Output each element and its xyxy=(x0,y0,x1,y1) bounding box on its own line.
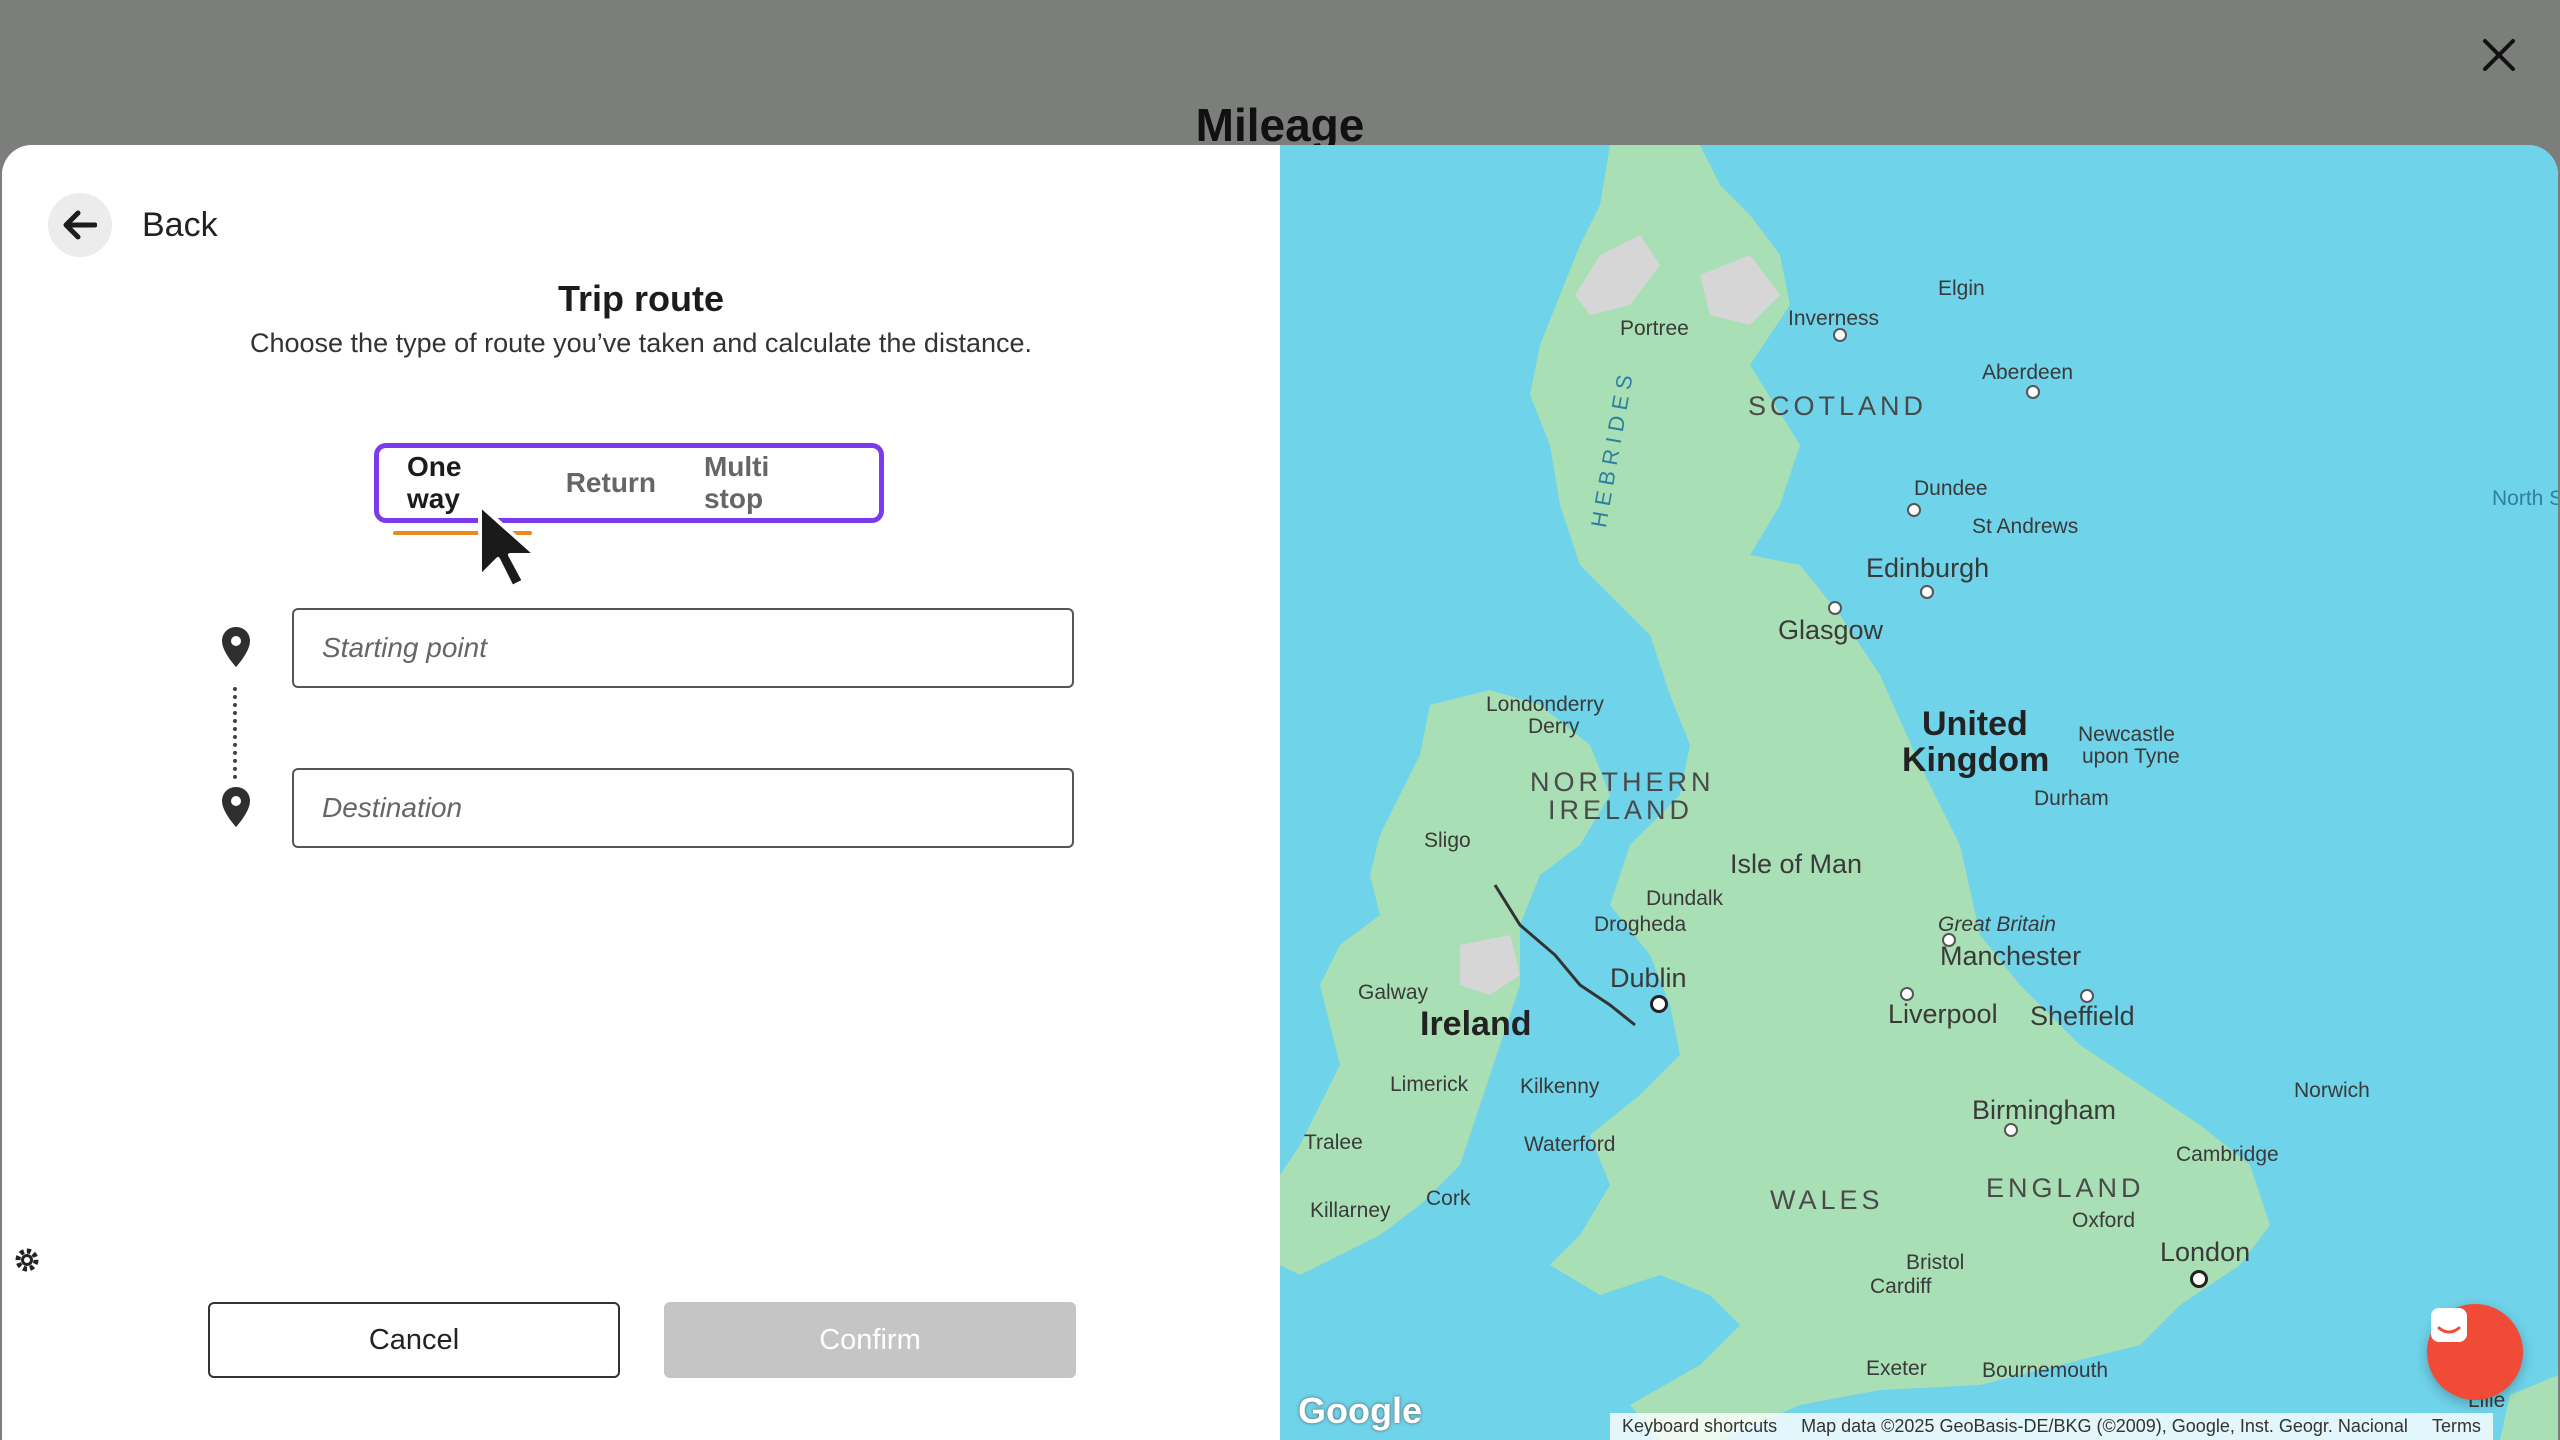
google-logo: Google xyxy=(1298,1390,1422,1431)
map-label-dundalk: Dundalk xyxy=(1646,887,1724,910)
map-label-northern: NORTHERN xyxy=(1530,767,1715,797)
map-label-northern-ireland: IRELAND xyxy=(1548,795,1694,825)
map-label-london: London xyxy=(2160,1237,2251,1267)
route-connector xyxy=(233,687,237,779)
map-data-text: Map data ©2025 GeoBasis-DE/BKG (©2009), … xyxy=(1801,1416,2408,1436)
map-label-aberdeen: Aberdeen xyxy=(1982,361,2074,384)
map-label-galway: Galway xyxy=(1358,981,1429,1004)
map-attribution: Keyboard shortcuts Map data ©2025 GeoBas… xyxy=(1610,1413,2493,1440)
map-label-londonderry: Londonderry xyxy=(1486,693,1604,716)
map-town-marker xyxy=(1828,601,1842,615)
map-town-marker xyxy=(1833,328,1847,342)
map-view[interactable]: Elgin Portree Inverness Aberdeen HEBRIDE… xyxy=(1280,145,2558,1440)
starting-point-input[interactable] xyxy=(292,608,1074,688)
back-arrow-icon xyxy=(48,193,112,257)
tab-multi-stop[interactable]: Multi stop xyxy=(704,445,831,521)
close-button[interactable] xyxy=(2474,30,2524,80)
map-label-cardiff: Cardiff xyxy=(1870,1275,1932,1298)
map-label-liverpool: Liverpool xyxy=(1888,999,1998,1029)
chat-icon xyxy=(2431,1308,2467,1342)
map-town-marker xyxy=(1900,987,1914,1001)
map-label-st-andrews: St Andrews xyxy=(1972,515,2079,538)
map-label-england: ENGLAND xyxy=(1986,1173,2145,1203)
map-label-united: United xyxy=(1922,705,2028,743)
map-label-north-sea: North S xyxy=(2492,487,2558,510)
map-label-glasgow: Glasgow xyxy=(1778,615,1884,645)
map-label-newcastle: Newcastle xyxy=(2078,723,2175,746)
map-label-bristol: Bristol xyxy=(1906,1251,1965,1274)
map-label-dublin: Dublin xyxy=(1610,963,1687,993)
keyboard-shortcuts-link[interactable]: Keyboard shortcuts xyxy=(1622,1416,1777,1437)
map-label-limerick: Limerick xyxy=(1390,1073,1469,1096)
confirm-button[interactable]: Confirm xyxy=(664,1302,1076,1378)
map-label-sheffield: Sheffield xyxy=(2030,1001,2135,1031)
route-form-pane: Back Trip route Choose the type of route… xyxy=(2,145,1280,1440)
map-label-killarney: Killarney xyxy=(1310,1199,1391,1222)
map-town-marker xyxy=(1942,933,1956,947)
map-label-drogheda: Drogheda xyxy=(1594,913,1687,936)
page-title: Trip route xyxy=(557,278,724,319)
route-type-tabs: One way Return Multi stop xyxy=(374,443,884,535)
location-pin-icon xyxy=(222,627,250,667)
map-capital-marker xyxy=(1650,995,1668,1013)
tab-return[interactable]: Return xyxy=(566,461,656,505)
location-pin-icon xyxy=(222,787,250,827)
map-label-norwich: Norwich xyxy=(2294,1079,2370,1102)
map-label-great-britain: Great Britain xyxy=(1938,913,2056,936)
back-button[interactable]: Back xyxy=(48,193,218,257)
map-label-wales: WALES xyxy=(1770,1185,1884,1215)
map-label-isle-of-man: Isle of Man xyxy=(1730,849,1863,879)
map-label-elgin: Elgin xyxy=(1938,277,1985,300)
map-label-sligo: Sligo xyxy=(1424,829,1471,852)
close-icon xyxy=(2483,39,2515,71)
map-town-marker xyxy=(2004,1123,2018,1137)
page-subtitle: Choose the type of route you’ve taken an… xyxy=(249,328,1032,358)
map-label-portree: Portree xyxy=(1620,317,1689,340)
map-label-bournemouth: Bournemouth xyxy=(1982,1359,2109,1382)
map-label-ireland: Ireland xyxy=(1420,1005,1532,1043)
map-label-tralee: Tralee xyxy=(1304,1131,1363,1154)
map-town-marker xyxy=(1920,585,1934,599)
map-label-scotland: SCOTLAND xyxy=(1748,391,1928,421)
map-label-cork: Cork xyxy=(1426,1187,1471,1210)
map-label-kingdom: Kingdom xyxy=(1902,741,2050,779)
map-capital-marker xyxy=(2190,1270,2208,1288)
map-label-upon-tyne: upon Tyne xyxy=(2082,745,2180,768)
map-label-cambridge: Cambridge xyxy=(2176,1143,2279,1166)
map-label-kilkenny: Kilkenny xyxy=(1520,1075,1600,1098)
trip-route-modal: Back Trip route Choose the type of route… xyxy=(2,145,2558,1440)
map-land-shapes xyxy=(1280,145,2558,1440)
cancel-button[interactable]: Cancel xyxy=(208,1302,620,1378)
terms-link[interactable]: Terms xyxy=(2432,1416,2481,1437)
backdrop-title: Mileage xyxy=(1195,99,1365,151)
map-label-durham: Durham xyxy=(2034,787,2109,810)
map-town-marker xyxy=(1907,503,1921,517)
chat-launcher-button[interactable] xyxy=(2427,1304,2523,1400)
map-label-dundee: Dundee xyxy=(1914,477,1988,500)
back-label: Back xyxy=(142,205,218,244)
map-town-marker xyxy=(2080,989,2094,1003)
mouse-cursor-icon xyxy=(478,503,538,589)
gear-icon[interactable] xyxy=(12,1245,42,1275)
map-label-manchester: Manchester xyxy=(1940,941,2082,971)
map-label-inverness: Inverness xyxy=(1788,307,1880,330)
map-label-waterford: Waterford xyxy=(1524,1133,1616,1156)
map-label-birmingham: Birmingham xyxy=(1972,1095,2117,1125)
map-label-exeter: Exeter xyxy=(1866,1357,1927,1380)
map-label-oxford: Oxford xyxy=(2072,1209,2136,1232)
map-town-marker xyxy=(2026,385,2040,399)
map-label-edinburgh: Edinburgh xyxy=(1866,553,1990,583)
destination-input[interactable] xyxy=(292,768,1074,848)
map-label-derry: Derry xyxy=(1528,715,1580,738)
